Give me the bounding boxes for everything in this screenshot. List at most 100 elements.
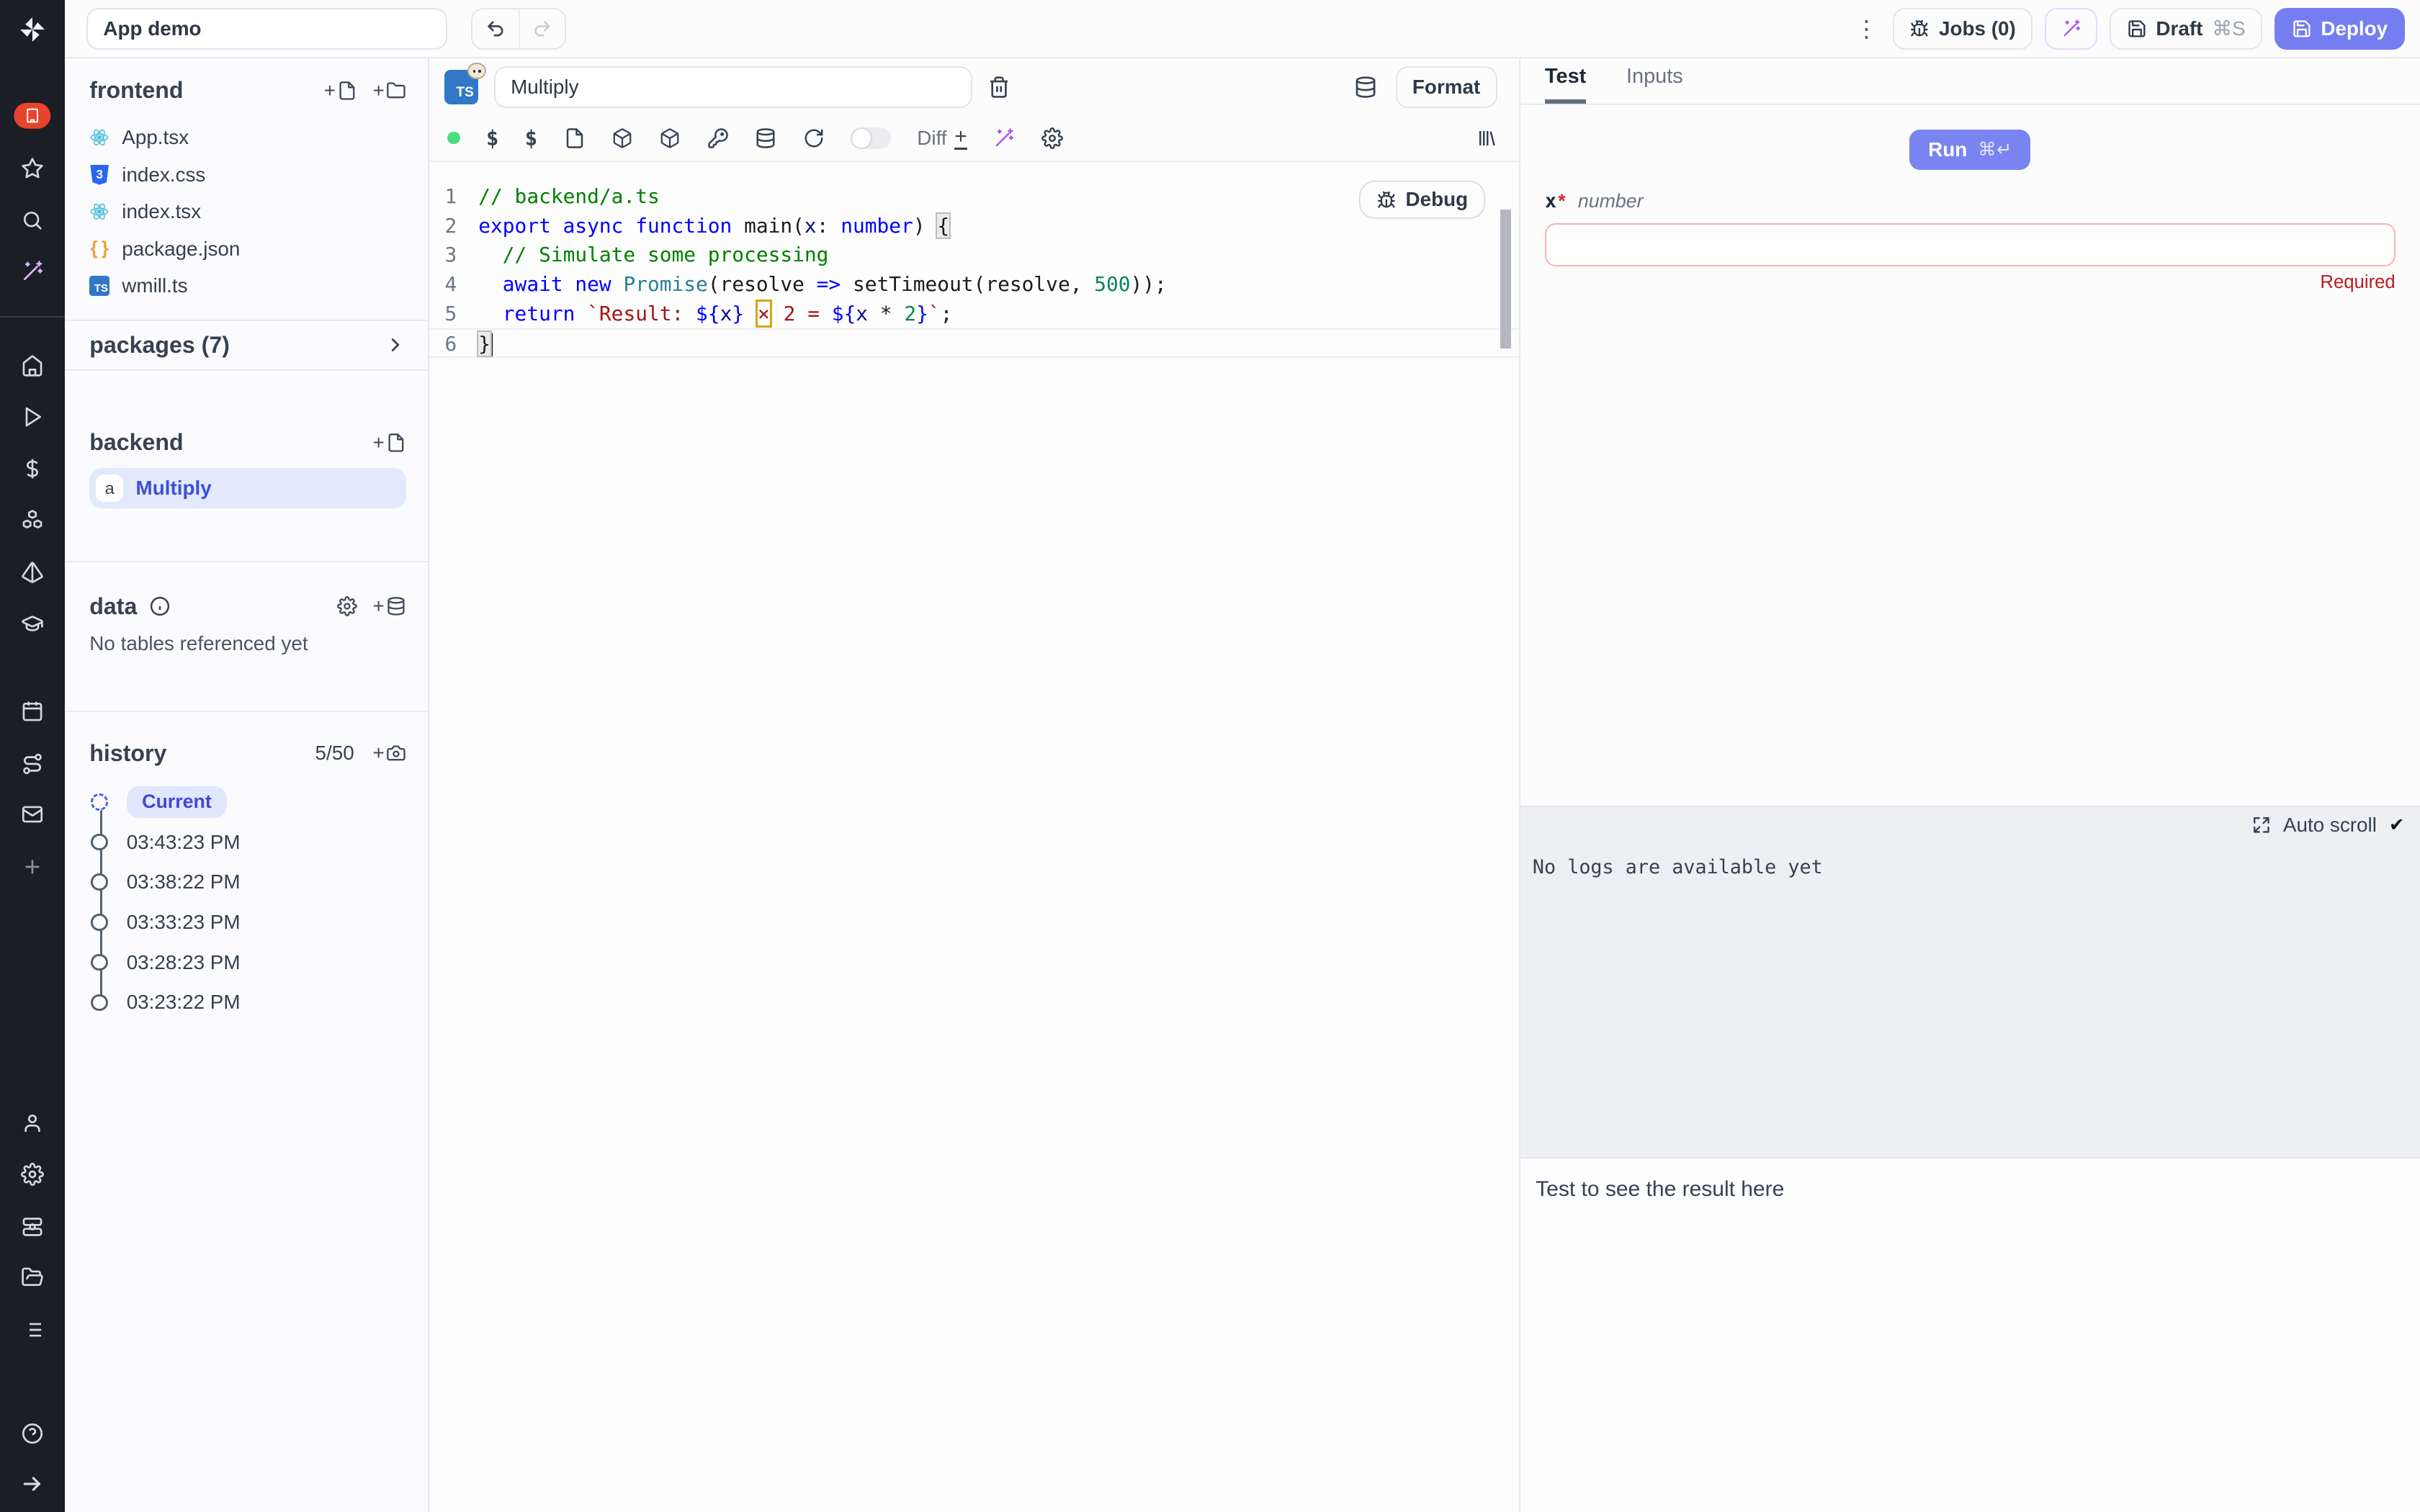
refresh-icon[interactable]	[803, 127, 825, 149]
settings-gear-icon[interactable]	[21, 1163, 44, 1186]
file-item[interactable]: { } package.json	[89, 230, 405, 267]
script-name-input[interactable]	[494, 66, 972, 108]
expand-rail-arrow-icon[interactable]	[21, 1472, 44, 1495]
code-line[interactable]: 5 return `Result: ${x} × 2 = ${x * 2}`;	[429, 300, 1519, 329]
autoscroll-label[interactable]: Auto scroll	[2283, 814, 2377, 837]
chevron-right-icon	[385, 334, 406, 356]
database-icon[interactable]	[755, 127, 776, 149]
mail-icon[interactable]	[21, 803, 44, 826]
ai-assistant-button[interactable]	[2045, 8, 2097, 50]
runs-play-icon[interactable]	[21, 405, 44, 428]
frontend-section: frontend + + App.tsx 3 index	[65, 58, 428, 320]
history-timestamp[interactable]: 03:28:23 PM	[127, 951, 241, 974]
plus-minus-icon[interactable]: +	[954, 126, 967, 150]
test-panel-spacer	[1520, 293, 2420, 806]
add-script-button[interactable]: +	[372, 433, 405, 453]
info-icon[interactable]	[149, 595, 171, 617]
history-timestamp[interactable]: 03:43:23 PM	[127, 831, 241, 854]
history-entry[interactable]: 03:28:23 PM	[89, 942, 405, 983]
concurrency-dollar-icon[interactable]: $	[525, 126, 537, 150]
user-icon[interactable]	[21, 1112, 44, 1135]
favorites-star-icon[interactable]	[21, 156, 44, 179]
workers-server-icon[interactable]	[21, 1215, 44, 1238]
history-section: history 5/50 + Current	[65, 711, 428, 1038]
variables-dollar-icon[interactable]	[21, 457, 44, 480]
add-item-plus-icon[interactable]	[21, 855, 44, 878]
script-file-icon[interactable]	[564, 127, 586, 149]
package2-icon[interactable]	[659, 127, 681, 149]
code-line[interactable]: 4 await new Promise(resolve => setTimeou…	[429, 270, 1519, 300]
add-snapshot-button[interactable]: +	[372, 743, 405, 763]
current-app-icon[interactable]	[14, 102, 50, 128]
file-item[interactable]: 3 index.css	[89, 156, 405, 193]
jobs-button[interactable]: Jobs (0)	[1893, 8, 2033, 50]
tab-inputs[interactable]: Inputs	[1626, 65, 1683, 104]
code-line[interactable]: 1// backend/a.ts	[429, 182, 1519, 212]
resources-cubes-icon[interactable]	[21, 508, 44, 531]
history-entry[interactable]: 03:33:23 PM	[89, 902, 405, 942]
history-entry[interactable]: 03:23:22 PM	[89, 983, 405, 1023]
file-item[interactable]: index.tsx	[89, 193, 405, 230]
redo-button[interactable]	[519, 9, 565, 48]
logs-panel: Auto scroll ✔ No logs are available yet	[1520, 806, 2420, 1158]
debug-button[interactable]: Debug	[1359, 181, 1484, 220]
cache-dollar-icon[interactable]: $	[486, 126, 498, 150]
current-badge[interactable]: Current	[127, 786, 228, 818]
more-menu-kebab-icon[interactable]: ⋮	[1852, 15, 1881, 42]
data-settings-button[interactable]	[337, 596, 357, 616]
tab-test[interactable]: Test	[1545, 65, 1586, 104]
windmill-logo-icon[interactable]	[17, 14, 48, 45]
field-name: x	[1545, 190, 1556, 212]
schedules-calendar-icon[interactable]	[21, 700, 44, 723]
bun-badge-icon	[467, 63, 486, 80]
editor-settings-gear-icon[interactable]	[1041, 127, 1063, 149]
backend-script-multiply[interactable]: a Multiply	[89, 468, 405, 508]
package-icon[interactable]	[611, 127, 633, 149]
history-entry[interactable]: 03:38:22 PM	[89, 862, 405, 902]
database-icon	[386, 596, 406, 616]
file-item[interactable]: App.tsx	[89, 120, 405, 156]
draft-button[interactable]: Draft ⌘S	[2110, 8, 2262, 50]
code-editor[interactable]: 1// backend/a.ts 2export async function …	[429, 162, 1519, 1512]
library-icon[interactable]	[1476, 127, 1497, 149]
file-name: package.json	[122, 238, 240, 261]
folders-icon[interactable]	[21, 1266, 44, 1289]
history-entry[interactable]: 03:43:23 PM	[89, 822, 405, 863]
app-name-input[interactable]	[86, 8, 447, 50]
history-timestamp[interactable]: 03:33:23 PM	[127, 911, 241, 934]
search-icon[interactable]	[21, 209, 44, 232]
format-button[interactable]: Format	[1396, 66, 1497, 108]
save-icon	[2292, 19, 2312, 39]
diff-toggle[interactable]	[851, 127, 891, 149]
json-braces-icon: { }	[89, 239, 109, 259]
key-icon[interactable]	[707, 127, 729, 149]
delete-script-button[interactable]	[987, 76, 1010, 99]
ai-wand-icon[interactable]	[21, 260, 44, 283]
learn-graduation-cap-icon[interactable]	[21, 612, 44, 635]
home-icon[interactable]	[21, 354, 44, 377]
deploy-button[interactable]: Deploy	[2275, 8, 2404, 50]
file-item[interactable]: TS wmill.ts	[89, 267, 405, 304]
x-number-input[interactable]	[1545, 223, 2396, 266]
audit-list-icon[interactable]	[21, 1318, 44, 1341]
add-database-button[interactable]: +	[372, 596, 405, 616]
code-line-current[interactable]: 6}	[429, 328, 1519, 358]
pyramid-icon[interactable]	[21, 561, 44, 584]
packages-row[interactable]: packages (7)	[65, 320, 428, 371]
add-folder-button[interactable]: +	[372, 81, 405, 101]
run-button[interactable]: Run ⌘↵	[1909, 130, 2030, 170]
code-line[interactable]: 3 // Simulate some processing	[429, 240, 1519, 270]
code-line[interactable]: 2export async function main(x: number) {	[429, 212, 1519, 241]
ai-wand-icon[interactable]	[993, 127, 1015, 149]
add-file-button[interactable]: +	[324, 81, 357, 101]
check-icon[interactable]: ✔	[2389, 814, 2405, 836]
undo-button[interactable]	[472, 9, 519, 48]
routes-icon[interactable]	[21, 752, 44, 775]
history-timestamp[interactable]: 03:38:22 PM	[127, 870, 241, 894]
history-timestamp[interactable]: 03:23:22 PM	[127, 991, 241, 1014]
db-explorer-button[interactable]	[1354, 76, 1377, 99]
history-current-row[interactable]: Current	[89, 782, 405, 822]
editor-scrollbar[interactable]	[1500, 210, 1511, 348]
help-icon[interactable]	[21, 1422, 44, 1445]
expand-icon[interactable]	[2252, 816, 2271, 834]
